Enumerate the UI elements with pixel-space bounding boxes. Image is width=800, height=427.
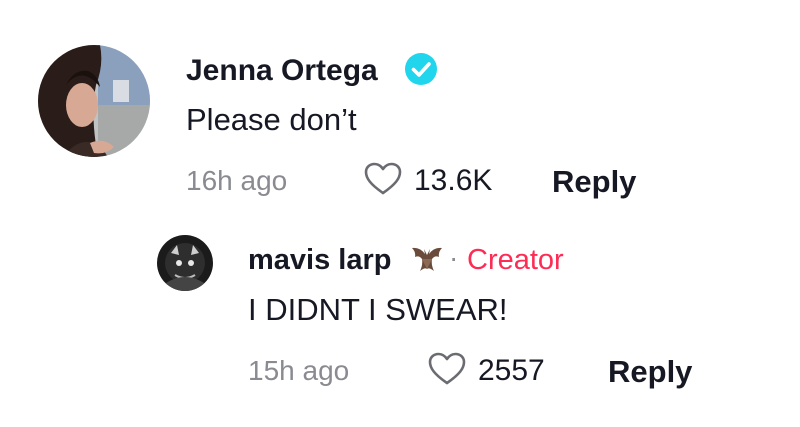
separator-dot: · (449, 242, 459, 273)
reply-text: I DIDNT I SWEAR! (248, 292, 508, 327)
reply-like-count: 2557 (478, 354, 545, 387)
comment-text: Please don’t (186, 102, 357, 137)
reply-timestamp: 15h ago (248, 355, 350, 386)
profile-photo-icon (38, 45, 150, 157)
replier-username[interactable]: mavis larp (248, 244, 391, 277)
commenter-avatar[interactable] (38, 45, 150, 157)
replier-avatar[interactable] (157, 235, 213, 291)
like-heart-icon[interactable] (364, 162, 402, 196)
bat-icon (412, 247, 442, 271)
like-heart-icon[interactable] (428, 352, 466, 386)
creator-badge: Creator (467, 244, 564, 276)
commenter-username[interactable]: Jenna Ortega (186, 54, 378, 88)
reply-button[interactable]: Reply (608, 354, 692, 390)
verified-badge-icon (405, 53, 437, 85)
profile-photo-icon (157, 235, 213, 291)
like-count: 13.6K (414, 164, 493, 197)
comment-timestamp: 16h ago (186, 165, 288, 196)
reply-button[interactable]: Reply (552, 164, 636, 200)
